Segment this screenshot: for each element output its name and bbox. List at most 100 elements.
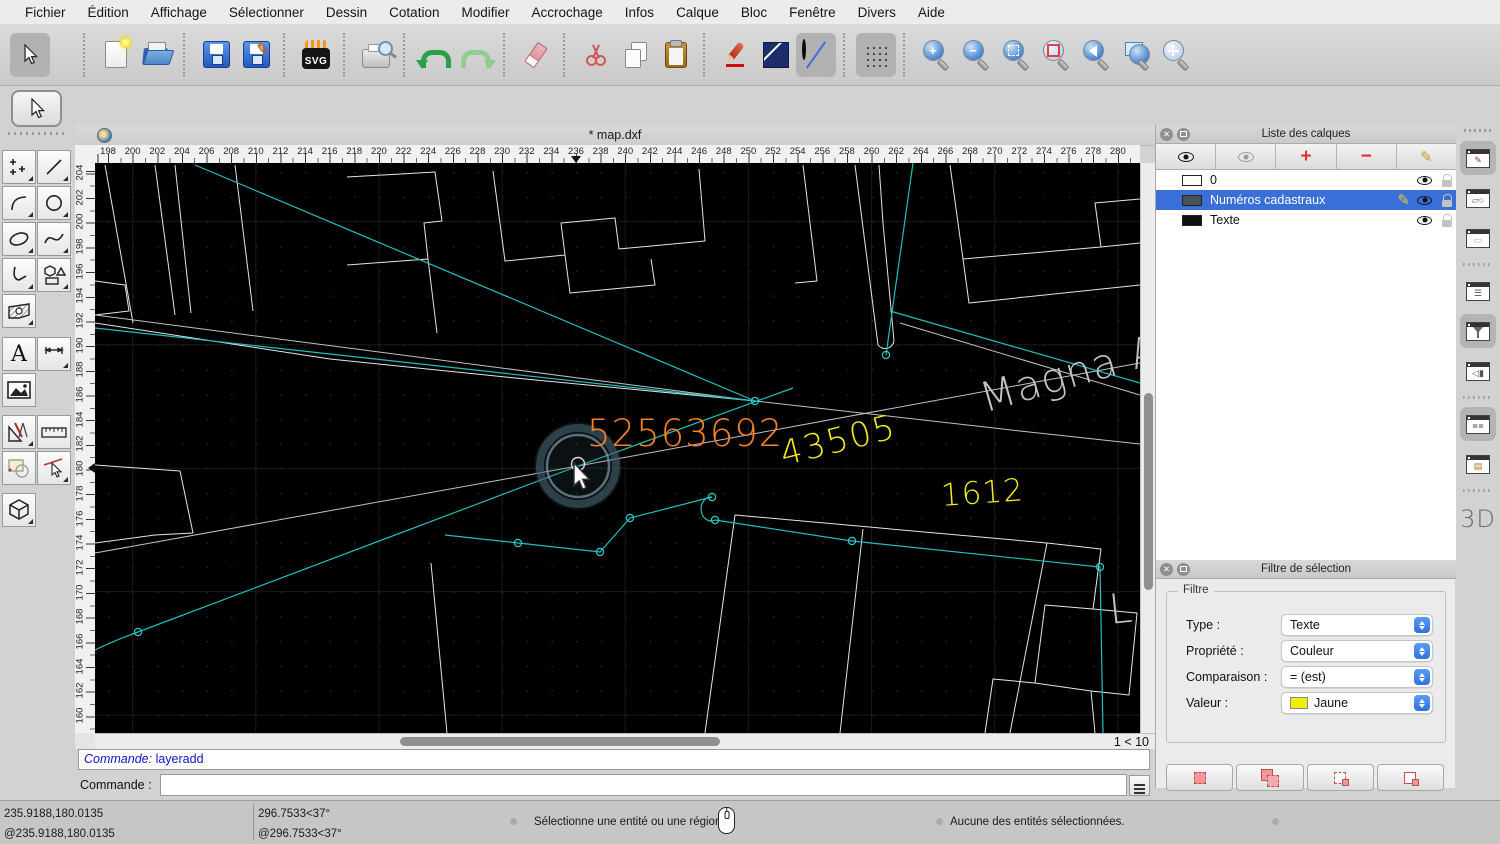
library-browser-panel-button[interactable]: ▭ — [1460, 221, 1496, 255]
menu-divers[interactable]: Divers — [847, 5, 907, 20]
arc-tool-button[interactable] — [2, 186, 36, 220]
menu-edition[interactable]: Édition — [77, 5, 140, 20]
export-svg-button[interactable]: SVG — [296, 33, 336, 77]
menu-calque[interactable]: Calque — [665, 5, 730, 20]
layer-visibility-eye-icon[interactable] — [1417, 196, 1432, 205]
drawing-canvas[interactable]: 52563692435051612Magna AL — [95, 163, 1140, 733]
menu-affichage[interactable]: Affichage — [140, 5, 218, 20]
circle-tool-button[interactable] — [37, 186, 71, 220]
dimension-tool-button[interactable] — [37, 337, 71, 371]
select-tool-button[interactable] — [10, 33, 50, 77]
save-button[interactable] — [196, 33, 236, 77]
undo-button[interactable] — [416, 33, 456, 77]
select-matching-button[interactable] — [1166, 764, 1233, 791]
filter-comparaison-select[interactable]: = (est) — [1281, 666, 1433, 688]
menu-accrochage[interactable]: Accrochage — [520, 5, 613, 20]
view-3d-tool-button[interactable] — [2, 493, 36, 527]
block-tool-button[interactable] — [2, 451, 36, 485]
zoom-refresh-button[interactable] — [1036, 33, 1076, 77]
command-input[interactable] — [160, 774, 1127, 796]
filter-panel-header: ✕ Filtre de sélection — [1156, 560, 1456, 579]
cut-button[interactable] — [576, 33, 616, 77]
filter-valeur-select[interactable]: Jaune — [1281, 692, 1433, 714]
shapes-tool-button[interactable] — [37, 258, 71, 292]
open-file-button[interactable] — [136, 33, 176, 77]
invert-selection-button[interactable] — [1377, 764, 1444, 791]
menu-fichier[interactable]: Fichier — [14, 5, 77, 20]
menu-infos[interactable]: Infos — [614, 5, 665, 20]
layer-row[interactable]: Texte — [1156, 210, 1456, 230]
menu-bloc[interactable]: Bloc — [730, 5, 778, 20]
paste-button[interactable] — [656, 33, 696, 77]
ruler-number: 216 — [322, 146, 338, 157]
new-file-button[interactable] — [96, 33, 136, 77]
zoom-window-button[interactable] — [1116, 33, 1156, 77]
menu-selectionner[interactable]: Sélectionner — [218, 5, 315, 20]
block-list-panel-button[interactable]: ▱○ — [1460, 181, 1496, 215]
draw-pencil-button[interactable] — [716, 33, 756, 77]
image-tool-button[interactable] — [2, 373, 36, 407]
layer-lock-icon[interactable] — [1442, 214, 1452, 227]
zoom-in-button[interactable]: + — [916, 33, 956, 77]
line-tool-button[interactable] — [756, 33, 796, 77]
grid-toggle-button[interactable] — [856, 33, 896, 77]
menu-dessin[interactable]: Dessin — [315, 5, 378, 20]
rail-drag-handle[interactable] — [1464, 129, 1492, 132]
menu-aide[interactable]: Aide — [907, 5, 956, 20]
remove-layer-button[interactable]: − — [1337, 144, 1397, 169]
layer-lock-icon[interactable] — [1442, 174, 1452, 187]
select-stepper-icon — [1414, 643, 1430, 659]
save-as-button[interactable]: ✎ — [236, 33, 276, 77]
horizontal-scrollbar-thumb[interactable] — [400, 737, 720, 746]
copy-button[interactable] — [616, 33, 656, 77]
zoom-previous-button[interactable] — [1076, 33, 1116, 77]
zoom-pan-button[interactable] — [1156, 33, 1196, 77]
remove-from-selection-button[interactable] — [1307, 764, 1374, 791]
zoom-auto-button[interactable] — [996, 33, 1036, 77]
menu-cotation[interactable]: Cotation — [378, 5, 450, 20]
palette-drag-handle[interactable] — [8, 132, 66, 135]
layer-row[interactable]: 0 — [1156, 170, 1456, 190]
menu-fenetre[interactable]: Fenêtre — [778, 5, 847, 20]
measure-tool-button[interactable] — [37, 415, 71, 449]
polyline-tool-button[interactable] — [2, 258, 36, 292]
command-history-panel-button[interactable]: ≣≣ — [1460, 407, 1496, 441]
filter-type-select[interactable]: Texte — [1281, 614, 1433, 636]
add-layer-button[interactable]: + — [1276, 144, 1336, 169]
command-options-button[interactable] — [1129, 775, 1150, 796]
select-entities-tool-button[interactable] — [37, 451, 71, 485]
layer-visibility-eye-icon[interactable] — [1417, 216, 1432, 225]
layer-list-panel-button[interactable]: ☰ — [1460, 274, 1496, 308]
clipboard-panel-button[interactable]: ▤ — [1460, 447, 1496, 481]
redo-button[interactable] — [456, 33, 496, 77]
projection-panel-button[interactable]: ◁▮ — [1460, 354, 1496, 388]
layer-lock-icon[interactable] — [1442, 194, 1452, 207]
view-3d-button[interactable]: 3D — [1460, 505, 1496, 533]
points-tool-button[interactable] — [2, 150, 36, 184]
add-to-selection-button[interactable] — [1236, 764, 1303, 791]
print-preview-button[interactable] — [356, 33, 396, 77]
layer-row[interactable]: Numéros cadastraux✎ — [1156, 190, 1456, 210]
palette-selection-tool[interactable] — [11, 90, 62, 127]
cut-circle-tool-button[interactable] — [796, 33, 836, 77]
horizontal-scrollbar[interactable]: 1 < 10 — [95, 733, 1155, 749]
modify-tool-button[interactable] — [2, 415, 36, 449]
vertical-scrollbar-thumb[interactable] — [1144, 393, 1153, 590]
filter-propriété-select[interactable]: Couleur — [1281, 640, 1433, 662]
edit-layer-button[interactable]: ✎ — [1397, 144, 1456, 169]
line-tool-button-palette[interactable] — [37, 150, 71, 184]
property-editor-panel-button[interactable]: ✎ — [1460, 141, 1496, 175]
show-all-layers-button[interactable] — [1156, 144, 1216, 169]
zoom-out-button[interactable]: − — [956, 33, 996, 77]
layer-visibility-eye-icon[interactable] — [1417, 176, 1432, 185]
hatch-tool-button[interactable] — [2, 294, 36, 328]
hide-all-layers-button[interactable] — [1216, 144, 1276, 169]
text-tool-button[interactable]: A — [2, 337, 36, 371]
delete-button[interactable] — [516, 33, 556, 77]
document-titlebar[interactable]: * map.dxf — [75, 125, 1155, 146]
vertical-scrollbar[interactable] — [1140, 163, 1155, 733]
ellipse-tool-button[interactable] — [2, 222, 36, 256]
spline-tool-button[interactable] — [37, 222, 71, 256]
selection-filter-panel-button[interactable] — [1460, 314, 1496, 348]
menu-modifier[interactable]: Modifier — [450, 5, 520, 20]
